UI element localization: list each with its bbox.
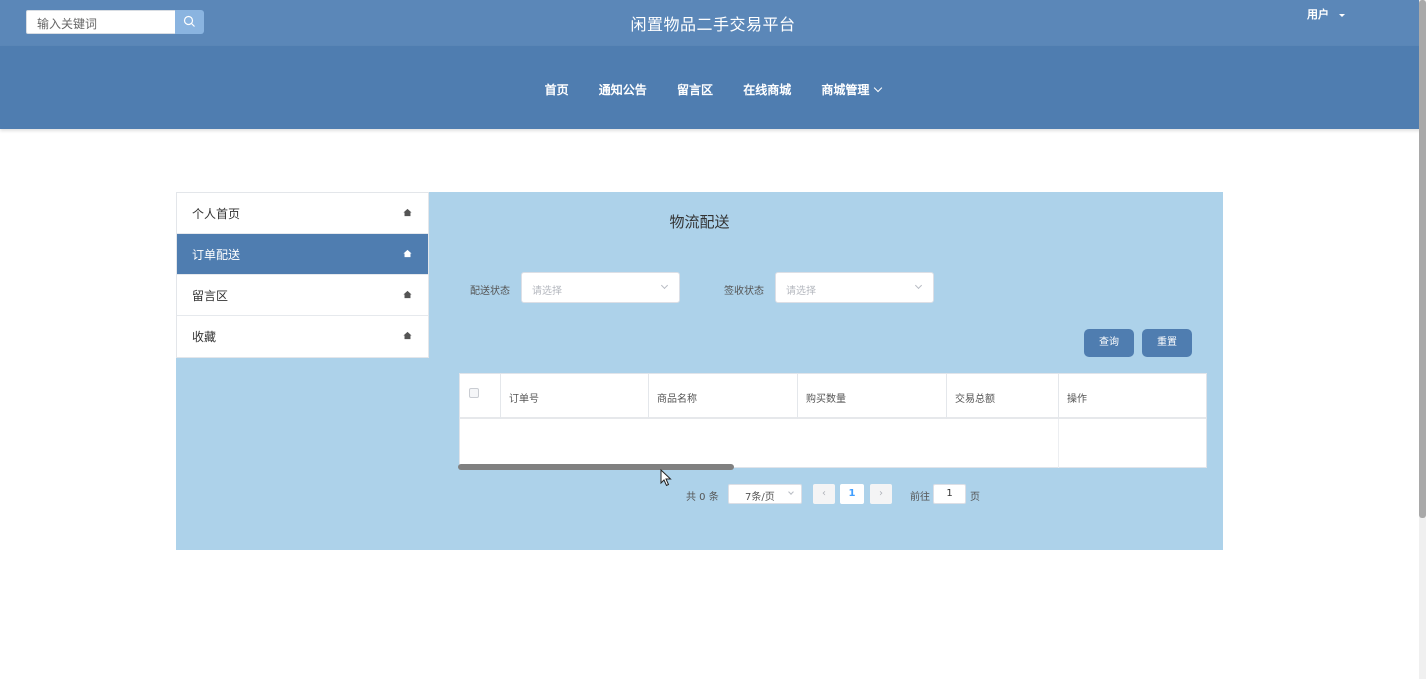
page-scrollbar-thumb[interactable]	[1419, 0, 1426, 518]
home-icon	[403, 331, 412, 340]
next-page-button[interactable]: ›	[870, 484, 892, 504]
delivery-status-select[interactable]: 请选择	[521, 272, 680, 303]
sidebar: 个人首页 订单配送 留言区 收藏	[176, 192, 429, 358]
chevron-left-icon: ‹	[822, 488, 826, 499]
user-menu[interactable]: 用户	[1307, 6, 1345, 22]
sidebar-item-favorites[interactable]: 收藏	[177, 316, 428, 357]
nav-item-shop-admin[interactable]: 商城管理	[821, 81, 883, 98]
sidebar-item-label: 收藏	[192, 330, 217, 344]
page-size-select[interactable]: 7条/页	[728, 484, 802, 504]
prev-page-button[interactable]: ‹	[813, 484, 835, 504]
orders-table: 订单号 商品名称 购买数量 交易总额 操作	[459, 373, 1207, 468]
goto-label: 前往	[910, 492, 930, 503]
home-icon	[403, 208, 412, 217]
chevron-down-icon	[914, 281, 923, 290]
nav-item-shop[interactable]: 在线商城	[743, 81, 791, 98]
home-icon	[403, 290, 412, 299]
column-header-quantity: 购买数量	[798, 374, 947, 419]
sidebar-item-label: 订单配送	[192, 248, 241, 262]
chevron-right-icon: ›	[879, 488, 883, 499]
select-all-checkbox[interactable]	[469, 388, 479, 398]
table-body-divider	[1058, 419, 1059, 468]
page-scrollbar[interactable]	[1419, 0, 1426, 679]
sign-status-select[interactable]: 请选择	[775, 272, 934, 303]
table-horizontal-scrollbar[interactable]	[458, 464, 734, 470]
page-number-current[interactable]: 1	[840, 484, 864, 504]
top-bar: 输入关键词 闲置物品二手交易平台 用户	[0, 0, 1426, 46]
home-icon	[403, 249, 412, 258]
nav-band: 首页 通知公告 留言区 在线商城 商城管理	[0, 46, 1426, 129]
nav-item-shop-admin-label: 商城管理	[821, 83, 870, 97]
column-header-order-no: 订单号	[501, 374, 649, 419]
mouse-cursor-icon	[660, 469, 672, 487]
nav-item-messages[interactable]: 留言区	[677, 81, 713, 98]
sidebar-item-label: 个人首页	[192, 207, 241, 221]
chevron-down-icon	[660, 281, 669, 290]
column-header-actions: 操作	[1067, 394, 1087, 405]
main-nav: 首页 通知公告 留言区 在线商城 商城管理	[0, 81, 1426, 98]
goto-page-input[interactable]: 1	[933, 484, 966, 504]
chevron-down-icon	[788, 489, 794, 495]
sidebar-item-orders[interactable]: 订单配送	[177, 234, 428, 275]
select-all-cell	[460, 374, 501, 419]
delivery-status-label: 配送状态	[470, 286, 510, 297]
nav-item-notice[interactable]: 通知公告	[599, 81, 647, 98]
caret-down-icon	[1339, 13, 1345, 17]
column-header-total: 交易总额	[947, 374, 1059, 419]
site-title: 闲置物品二手交易平台	[630, 15, 796, 34]
page-size-value: 7条/页	[745, 492, 775, 503]
column-header-product-name: 商品名称	[649, 374, 798, 419]
sidebar-item-messages[interactable]: 留言区	[177, 275, 428, 316]
pagination-total: 共 0 条	[686, 492, 719, 503]
goto-unit-label: 页	[970, 492, 980, 503]
reset-button[interactable]: 重置	[1142, 329, 1192, 357]
delivery-status-placeholder: 请选择	[532, 286, 562, 297]
chevron-down-icon	[874, 83, 883, 93]
user-label: 用户	[1307, 8, 1329, 21]
sidebar-item-profile[interactable]: 个人首页	[177, 193, 428, 234]
sidebar-item-label: 留言区	[192, 289, 229, 303]
sign-status-placeholder: 请选择	[786, 286, 816, 297]
table-header: 订单号 商品名称 购买数量 交易总额 操作	[460, 374, 1206, 419]
sign-status-label: 签收状态	[724, 286, 764, 297]
query-button[interactable]: 查询	[1084, 329, 1134, 357]
nav-item-home[interactable]: 首页	[545, 81, 569, 98]
